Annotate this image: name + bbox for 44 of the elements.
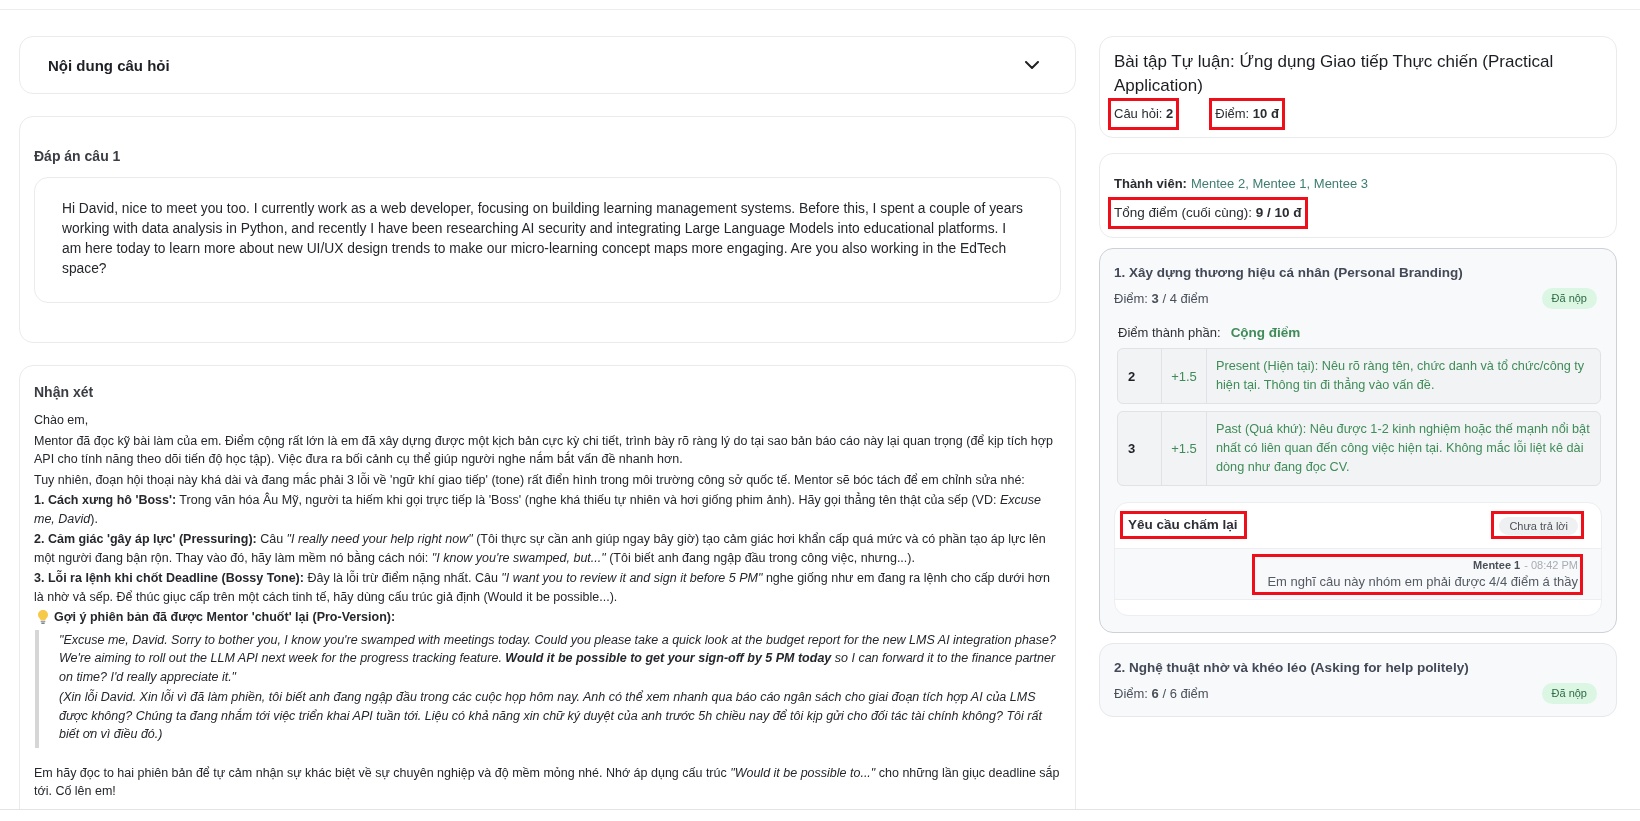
message-text: Em nghĩ câu này nhóm em phải được 4/4 điểm á thầy [1267,573,1578,591]
question-title: 2. Nghệ thuật nhờ và khéo léo (Asking for help politely) [1114,659,1470,677]
message-author: Mentee 1 [1473,558,1521,572]
answer-text: Hi David, nice to meet you too. I currently work as a web developer, focusing on building learning management systems. Before this, I spent a couple of years working with data analysis in Python, and recently I have been researching AI security and integrating Large Language Models into educational platforms. I am here today to learn more about new UI/UX design trends to make our micro-learning concept maps more engaging. Are you also working in the EdTech space? [34,177,1061,303]
criterion-cell: 3 [1118,412,1162,485]
feedback-paragraph: Tuy nhiên, đoạn hội thoại này khá dài và đang mắc phải 3 lỗi về 'ngữ khí giao tiếp' (tone) rất điển hình trong môi trường công sở quốc tế. Mentor sẽ bóc tách để em chỉnh sửa nhé: [34,471,1026,489]
answer-label: Đáp án câu 1 [34,147,122,165]
components-label: Điểm thành phần: [1118,325,1221,340]
chevron-down-icon[interactable] [1025,61,1039,69]
scoring-mode: Cộng điểm [1230,325,1301,340]
member-names: Mentee 2, Mentee 1, Mentee 3 [1190,175,1368,193]
regrade-title: Yêu cầu chấm lại [1120,511,1247,539]
question-card[interactable]: 2. Nghệ thuật nhờ và khéo léo (Asking for help politely) Điểm: 6 / 6 điểm Đã nộp [1099,643,1617,717]
question-accordion[interactable]: Nội dung câu hỏi [19,36,1076,94]
question-card[interactable] [1099,248,1617,633]
points-cell: +1.5 [1162,412,1207,485]
members-label: Thành viên: [1114,175,1187,193]
feedback-paragraph: Chào em, [34,412,90,429]
description-cell-text: Present (Hiện tại): Nêu rõ ràng tên, chức danh và tổ chức/công ty hiện tại. Thông tin đi thẳng vào vấn đề. [1215,358,1586,394]
assignment-stat: Điểm: 10 đ [1209,98,1285,130]
status-badge: Đã nộp [1541,683,1597,704]
feedback-paragraph: 2. Cảm giác 'gây áp lực' (Pressuring): Câu "I really need your help right now" (Tôi thực sự cần anh giúp ngay bây giờ) tạo cảm giác hơi khẩn cấp quá mức và có phần tạo áp lực lên một người đang bận rộn. Thay vào đó, hãy làm mềm nó bằng cách nói: "I know you're swamped, but..." (Tôi biết anh đang ngập đầu trong công việc, nhưng...). [34,531,1047,567]
assignment-title: Bài tập Tự luận: Ứng dụng Giao tiếp Thực chiến (Practical Application) [1114,51,1555,97]
question-title: 1. Xây dựng thương hiệu cá nhân (Personal Branding) [1114,264,1464,282]
assignment-stat: Câu hỏi: 2 [1108,98,1180,130]
criterion-cell: 2 [1118,349,1162,403]
feedback-paragraph: 1. Cách xưng hô 'Boss': Trong văn hóa Âu Mỹ, người ta hiếm khi gọi trực tiếp là 'Boss' (nghe khá thiếu tự nhiên và hơi giống phim ảnh). Hãy gọi thẳng tên thật của sếp (VD: Excuse me, David). [34,491,1042,528]
closing-paragraph: Em hãy đọc to hai phiên bản để tự cảm nhận sự khác biệt về sự chuyên nghiệp và độ mềm mỏng nhé. Nhớ áp dụng cấu trúc "Would it be possible to..." cho những lần giục deadline sắp tới. Cố lên em! [34,764,1061,800]
lightbulb-icon [38,610,48,625]
description-cell-text: Past (Quá khứ): Nêu được 1-2 kinh nghiệm hoặc thế mạnh nổi bật nhất có liên quan đến công việc hiện tại. Không mắc lỗi liệt kê dài dòng như đang đọc CV. [1215,421,1591,476]
quote-text: "Excuse me, David. Sorry to bother you, I know you're swamped with meetings today. Could you please take a quick look at the budget report for the new LMS AI integration phase? We're aiming to roll out the LLM API next week for the progress tracking feature. Would it be possible to get your sign-off by 5 PM today so I can forward it to the finance partner on time? I'd really appreciate it." [59,631,1057,686]
feedback-paragraph: 3. Lỗi ra lệnh khi chốt Deadline (Bossy Tone): Đây là lỗi trừ điểm nặng nhất. Câu "I want you to review it and sign it before 5 PM" nghe giống như em đang ra lệnh cho cấp dưới hơn là nhờ vả sếp. Để thúc giục cấp trên một cách tinh tế, hãy dùng cấu trúc giả định (Would it be possible...). [34,569,1051,606]
status-badge: Chưa trả lời [1499,517,1578,535]
feedback-label: Nhận xét [34,383,95,401]
total-score: Tổng điểm (cuối cùng): 9 / 10 đ [1108,197,1308,229]
question-score: Điểm: 3 / 4 điểm [1114,289,1209,308]
status-badge: Đã nộp [1541,288,1597,309]
message-time: - 08:42 PM [1524,558,1578,572]
accordion-title: Nội dung câu hỏi [48,56,170,74]
question-score: Điểm: 6 / 6 điểm [1114,684,1209,703]
tip-heading: Gợi ý phiên bản đã được Mentor 'chuốt' lại (Pro-Version): [54,609,396,626]
quote-text: (Xin lỗi David. Xin lỗi vì đã làm phiền, tôi biết anh đang ngập đầu trong các cuộc họp hôm nay. Anh có thể xem nhanh qua báo cáo ngân sách cho giai đoạn tích hợp AI của LMS được không? Chúng ta đang nhắm tới việc triển khai API tuần tới. Liệu có khả năng xin chữ ký duyệt của anh trước 5h chiều nay để tôi kịp gửi cho đối tác tài chính không? Tôi rất biết ơn vì điều đó.) [59,688,1044,743]
feedback-paragraph: Mentor đã đọc kỹ bài làm của em. Điểm cộng rất lớn là em đã xây dựng được một kịch bản cực kỳ chi tiết, trình bày rõ ràng lý do tại sao bản báo cáo này lại quan trọng (để kịp tích hợp API cho tính năng theo dõi tiến độ học tập). Việc đưa ra bối cảnh cụ thể giúp người nghe nắm bắt vấn đề nhanh hơn. [34,432,1054,468]
points-cell: +1.5 [1162,349,1207,403]
